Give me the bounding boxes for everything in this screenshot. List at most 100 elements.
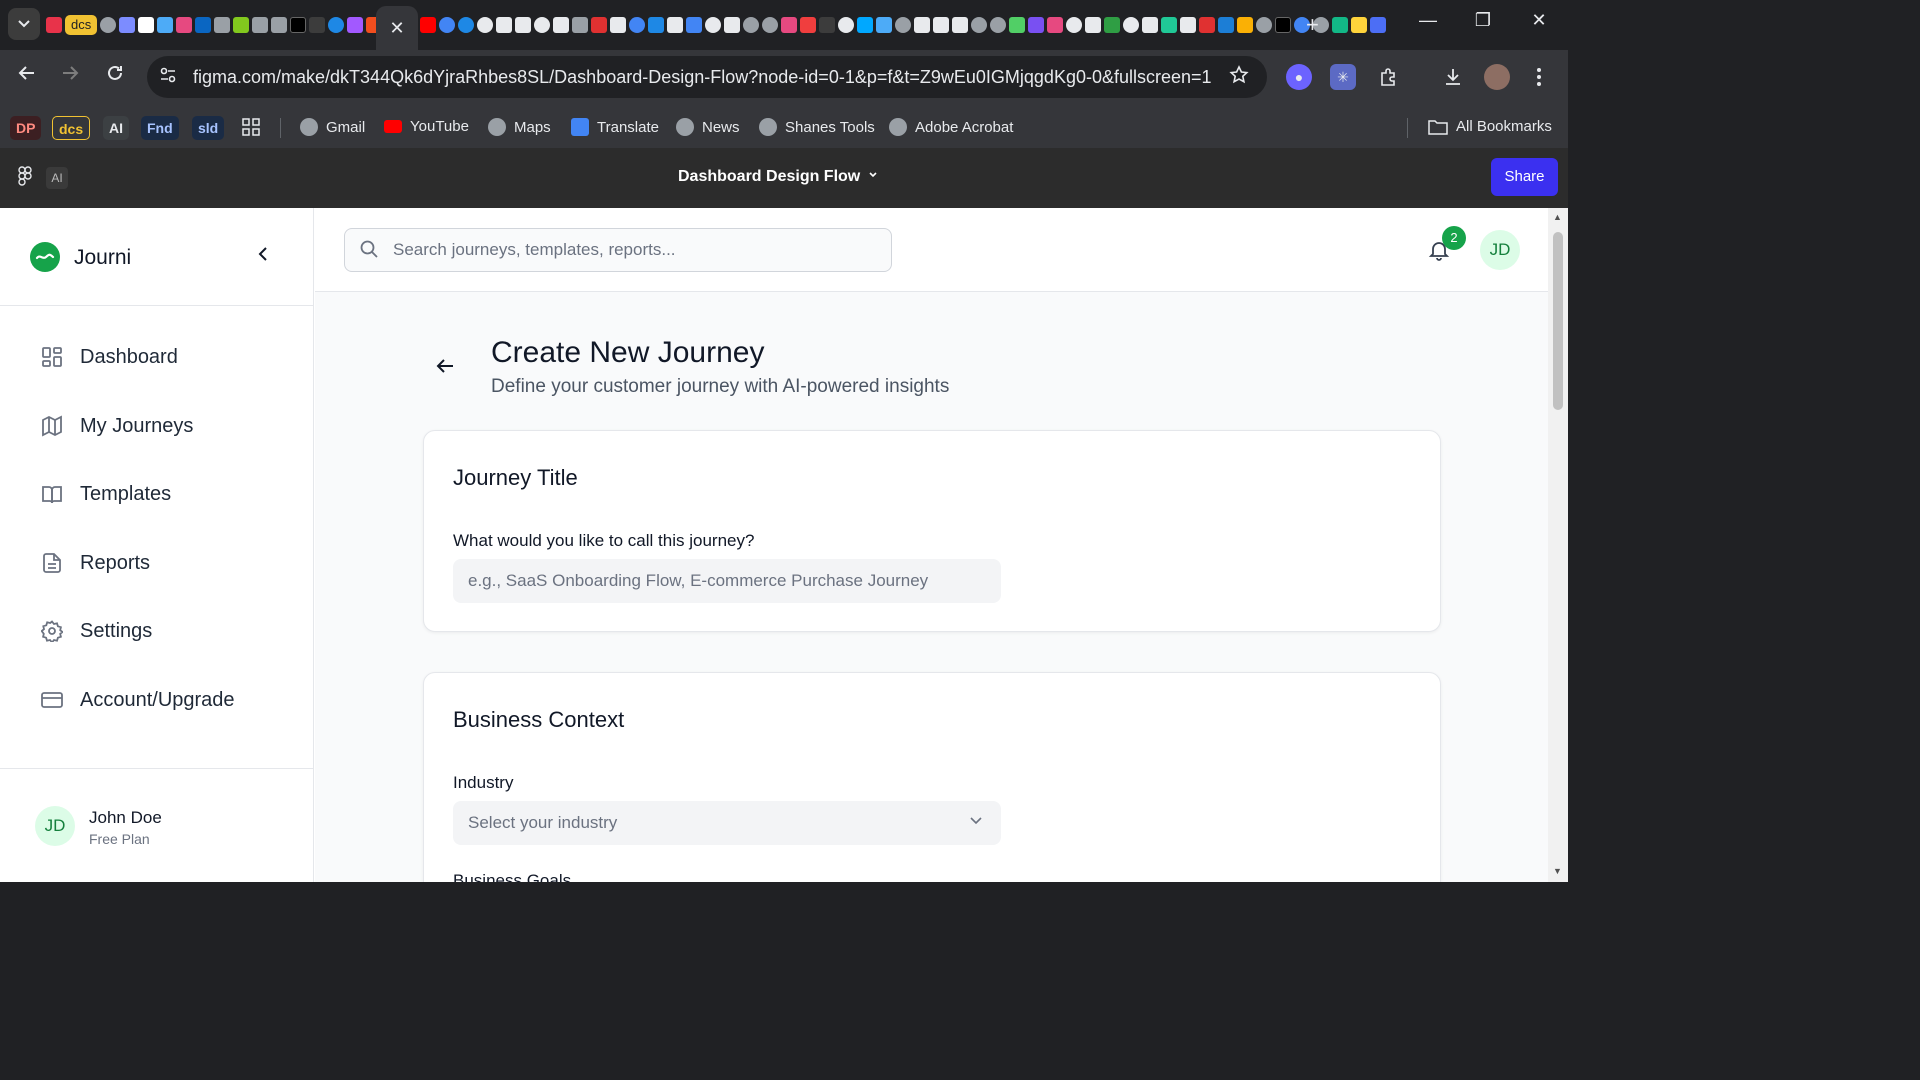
bookmark-news[interactable]: News: [676, 118, 740, 136]
tab-favicon[interactable]: [572, 17, 588, 33]
search-box[interactable]: [344, 228, 892, 272]
chevron-down-icon[interactable]: [868, 168, 878, 182]
tab-search-button[interactable]: [8, 8, 40, 40]
bookmark-adobe-acrobat[interactable]: Adobe Acrobat: [889, 118, 1013, 136]
reload-button[interactable]: [101, 64, 129, 88]
address-bar[interactable]: figma.com/make/dkT344Qk6dYjraRhbes8SL/Da…: [147, 56, 1267, 98]
close-tab-icon[interactable]: ✕: [389, 18, 404, 39]
tab-favicon[interactable]: [458, 17, 474, 33]
sidebar-item-settings[interactable]: Settings: [40, 611, 290, 651]
journey-title-input[interactable]: [453, 559, 1001, 603]
sidebar-item-dashboard[interactable]: Dashboard: [40, 337, 290, 377]
user-profile[interactable]: JD John Doe Free Plan: [0, 768, 314, 882]
extension-icon[interactable]: ●: [1286, 64, 1312, 90]
file-title[interactable]: Dashboard Design Flow: [678, 168, 860, 186]
tab-favicon[interactable]: [705, 17, 721, 33]
sidebar-item-account-upgrade[interactable]: Account/Upgrade: [40, 680, 290, 720]
sidebar-item-templates[interactable]: Templates: [40, 474, 290, 514]
share-button[interactable]: Share: [1491, 158, 1558, 196]
avatar[interactable]: JD: [1480, 230, 1520, 270]
tab-favicon[interactable]: [876, 17, 892, 33]
tab-favicon[interactable]: [667, 17, 683, 33]
tab-favicon[interactable]: [952, 17, 968, 33]
tab-favicon[interactable]: [347, 17, 364, 33]
tab-favicon[interactable]: [838, 17, 854, 33]
tab-favicon[interactable]: [629, 17, 645, 33]
tab-favicon[interactable]: [290, 17, 307, 33]
sidebar-item-my-journeys[interactable]: My Journeys: [40, 406, 290, 446]
tab-favicon[interactable]: [1161, 17, 1177, 33]
tab-favicon[interactable]: [724, 17, 740, 33]
tab-favicon[interactable]: [1180, 17, 1196, 33]
site-info-icon[interactable]: [159, 66, 177, 89]
url-text[interactable]: figma.com/make/dkT344Qk6dYjraRhbes8SL/Da…: [193, 67, 1212, 88]
tab-favicon[interactable]: [477, 17, 493, 33]
tab-favicon[interactable]: [1009, 17, 1025, 33]
back-button[interactable]: [436, 354, 454, 380]
restore-button[interactable]: ❐: [1468, 10, 1498, 31]
tab-favicon[interactable]: [1218, 17, 1234, 33]
tab-favicon[interactable]: [1275, 17, 1291, 33]
tab-favicon[interactable]: [800, 17, 816, 33]
tab-favicon[interactable]: [1028, 17, 1044, 33]
tab-dcs[interactable]: dcs: [65, 15, 98, 35]
tab-favicon[interactable]: [819, 17, 835, 33]
scroll-up-icon[interactable]: ▲: [1553, 212, 1562, 222]
bookmark-youtube[interactable]: YouTube: [384, 118, 469, 135]
tab-favicon[interactable]: [686, 17, 702, 33]
industry-select[interactable]: Select your industry: [453, 801, 1001, 845]
tab-favicon[interactable]: [138, 17, 155, 33]
tab-favicon[interactable]: [439, 17, 455, 33]
tab-favicon[interactable]: [933, 17, 949, 33]
extensions-puzzle-icon[interactable]: [1375, 64, 1401, 90]
collapse-sidebar-button[interactable]: [256, 246, 270, 267]
bookmark-maps[interactable]: Maps: [488, 118, 551, 136]
minimize-button[interactable]: —: [1413, 10, 1443, 31]
tab-favicon[interactable]: [914, 17, 930, 33]
tab-favicon[interactable]: [1047, 17, 1063, 33]
tab-favicon[interactable]: [1256, 17, 1272, 33]
tab-favicon[interactable]: [176, 17, 193, 33]
tab-favicon[interactable]: [496, 17, 512, 33]
tab-favicon[interactable]: [252, 17, 269, 33]
tab-favicon[interactable]: [100, 17, 117, 33]
tab-favicon[interactable]: [971, 17, 987, 33]
bookmark-gmail[interactable]: Gmail: [300, 118, 365, 136]
tab-favicon[interactable]: [214, 17, 231, 33]
scrollbar-thumb[interactable]: [1553, 232, 1563, 410]
bookmark-chip[interactable]: DP: [10, 116, 42, 140]
tab-list[interactable]: [420, 14, 1386, 36]
forward-button[interactable]: [56, 64, 84, 88]
search-input[interactable]: [393, 229, 883, 271]
tab-favicon[interactable]: [46, 17, 62, 33]
all-bookmarks-button[interactable]: All Bookmarks: [1428, 118, 1552, 135]
bookmark-chip[interactable]: Fnd: [141, 116, 179, 140]
tab-favicon[interactable]: [119, 17, 136, 33]
scrollbar[interactable]: ▲ ▼: [1548, 208, 1568, 882]
tab-favicon[interactable]: [1066, 17, 1082, 33]
scroll-down-icon[interactable]: ▼: [1553, 866, 1562, 876]
profile-avatar[interactable]: [1484, 64, 1510, 90]
pinned-tabs[interactable]: dcs: [46, 14, 383, 36]
back-button[interactable]: [13, 64, 41, 88]
bookmark-shanes-tools[interactable]: Shanes Tools: [759, 118, 875, 136]
tab-favicon[interactable]: [157, 17, 174, 33]
tab-favicon[interactable]: [534, 17, 550, 33]
bookmark-chip[interactable]: sld: [192, 116, 225, 140]
tab-favicon[interactable]: [233, 17, 250, 33]
tab-favicon[interactable]: [271, 17, 288, 33]
tab-favicon[interactable]: [743, 17, 759, 33]
extension-icon[interactable]: ✳: [1330, 64, 1356, 90]
kebab-menu-icon[interactable]: [1526, 64, 1552, 90]
apps-grid-icon[interactable]: [242, 118, 260, 136]
tab-favicon[interactable]: [309, 17, 326, 33]
sidebar-item-reports[interactable]: Reports: [40, 543, 290, 583]
tab-favicon[interactable]: [781, 17, 797, 33]
new-tab-button[interactable]: +: [1306, 12, 1319, 38]
tab-favicon[interactable]: [1332, 17, 1348, 33]
tab-favicon[interactable]: [1370, 17, 1386, 33]
download-icon[interactable]: [1440, 64, 1466, 90]
tab-favicon[interactable]: [648, 17, 664, 33]
tab-favicon[interactable]: [762, 17, 778, 33]
tab-favicon[interactable]: [1351, 17, 1367, 33]
